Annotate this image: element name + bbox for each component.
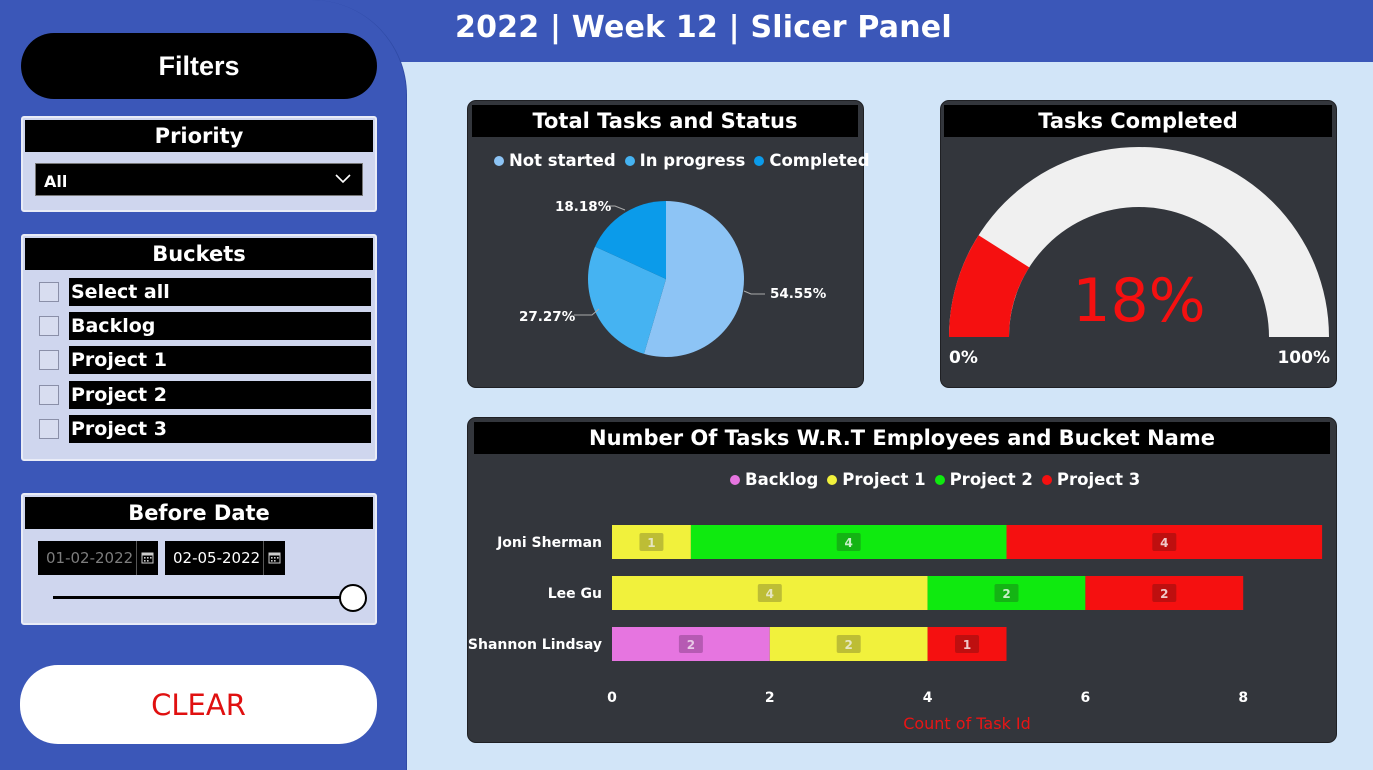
data-label: 2 xyxy=(845,638,853,652)
chevron-down-icon xyxy=(335,174,351,184)
y-axis-label: Joni Sherman xyxy=(496,535,602,551)
checkbox[interactable] xyxy=(39,385,59,405)
y-axis-label: Lee Gu xyxy=(548,586,602,602)
before-date-heading: Before Date xyxy=(25,497,373,529)
buckets-heading: Buckets xyxy=(25,238,373,270)
gauge-chart: 18% 0% 100% xyxy=(949,147,1330,368)
checkbox[interactable] xyxy=(39,316,59,336)
filter-panel: Filters Priority All Buckets Select all … xyxy=(0,0,407,770)
data-label: 2 xyxy=(1160,587,1168,601)
date-slider-track[interactable] xyxy=(53,596,353,599)
gauge-min-label: 0% xyxy=(949,348,978,368)
priority-selected-value: All xyxy=(44,172,68,191)
start-date-input[interactable]: 01-02-2022 xyxy=(38,541,158,575)
stacked-bar-chart: Joni Sherman Lee Gu Shannon Lindsay 1 4 4 4 2 2… xyxy=(468,525,1323,733)
x-axis-title: Count of Task Id xyxy=(903,714,1031,733)
pie-data-label-in-progress: 27.27% xyxy=(519,309,576,325)
checkbox[interactable] xyxy=(39,419,59,439)
bucket-item-project-3[interactable]: Project 3 xyxy=(37,415,371,443)
calendar-icon[interactable] xyxy=(136,541,158,575)
data-label: 4 xyxy=(845,536,853,550)
x-tick-label: 0 xyxy=(607,690,617,706)
end-date-value: 02-05-2022 xyxy=(173,549,261,567)
bucket-item-project-1[interactable]: Project 1 xyxy=(37,346,371,374)
tasks-by-employee-card: Number Of Tasks W.R.T Employees and Buck… xyxy=(467,417,1337,743)
bucket-label: Project 1 xyxy=(69,346,371,374)
bucket-item-backlog[interactable]: Backlog xyxy=(37,312,371,340)
x-tick-label: 2 xyxy=(765,690,775,706)
page-title: 2022 | Week 12 | Slicer Panel xyxy=(455,10,952,45)
gauge-max-label: 100% xyxy=(1277,348,1330,368)
data-label: 4 xyxy=(766,587,774,601)
bucket-label: Select all xyxy=(69,278,371,306)
bucket-label: Project 3 xyxy=(69,415,371,443)
x-tick-label: 4 xyxy=(923,690,933,706)
checkbox[interactable] xyxy=(39,350,59,370)
data-label: 2 xyxy=(687,638,695,652)
bucket-item-select-all[interactable]: Select all xyxy=(37,278,371,306)
filters-heading: Filters xyxy=(21,33,377,99)
gauge-value: 18% xyxy=(1072,266,1205,336)
start-date-value: 01-02-2022 xyxy=(46,549,134,567)
buckets-slicer: Buckets Select all Backlog Project 1 Pro… xyxy=(21,234,377,461)
bucket-label: Backlog xyxy=(69,312,371,340)
y-axis-label: Shannon Lindsay xyxy=(468,637,602,653)
before-date-slicer: Before Date 01-02-2022 02-05-2022 xyxy=(21,493,377,625)
checkbox[interactable] xyxy=(39,282,59,302)
priority-slicer: Priority All xyxy=(21,116,377,212)
total-tasks-card: Total Tasks and Status Not started In pr… xyxy=(467,100,870,388)
data-label: 1 xyxy=(963,638,971,652)
pie-data-label-completed: 18.18% xyxy=(555,199,612,215)
tasks-completed-card: Tasks Completed 18% 0% 100% xyxy=(940,100,1337,388)
bucket-label: Project 2 xyxy=(69,381,371,409)
data-label: 4 xyxy=(1160,536,1168,550)
x-tick-label: 6 xyxy=(1081,690,1091,706)
x-tick-label: 8 xyxy=(1238,690,1248,706)
data-label: 2 xyxy=(1002,587,1010,601)
data-label: 1 xyxy=(647,536,655,550)
date-slider-handle[interactable] xyxy=(339,584,367,612)
pie-data-label-not-started: 54.55% xyxy=(770,286,827,302)
pie-chart: 54.55% 27.27% 18.18% xyxy=(519,199,827,357)
calendar-icon[interactable] xyxy=(263,541,285,575)
bucket-item-project-2[interactable]: Project 2 xyxy=(37,381,371,409)
priority-dropdown[interactable]: All xyxy=(35,163,363,196)
clear-button[interactable]: CLEAR xyxy=(20,665,377,744)
end-date-input[interactable]: 02-05-2022 xyxy=(165,541,285,575)
priority-heading: Priority xyxy=(25,120,373,152)
